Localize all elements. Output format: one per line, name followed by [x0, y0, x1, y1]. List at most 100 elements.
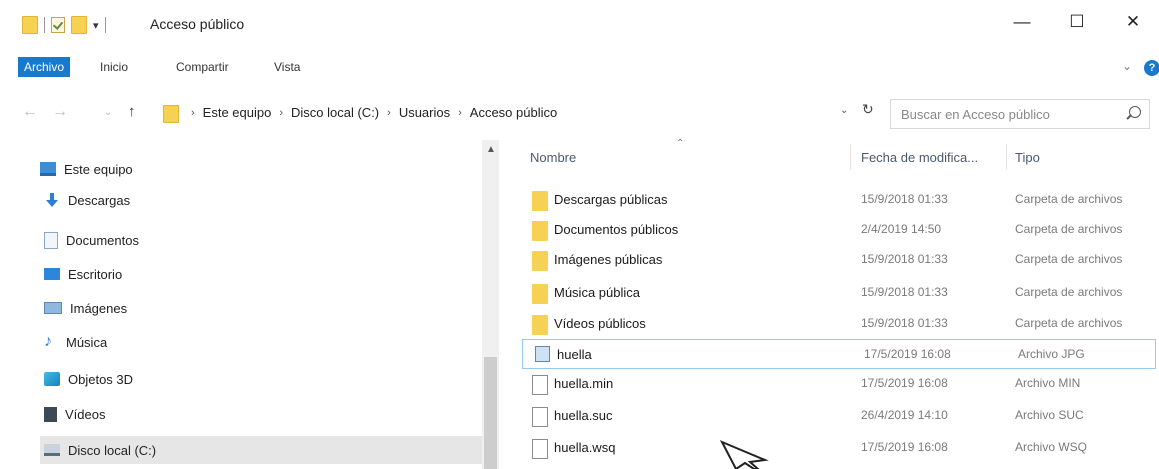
file-date: 2/4/2019 14:50	[861, 222, 942, 236]
nav-item-videos[interactable]: Vídeos	[44, 400, 105, 428]
breadcrumb-chevron[interactable]: ›	[387, 107, 391, 119]
minimize-button[interactable]: —	[1002, 12, 1042, 32]
nav-item-objetos-3d[interactable]: Objetos 3D	[44, 365, 133, 393]
refresh-button[interactable]: ↻	[862, 101, 874, 118]
tab-compartir[interactable]: Compartir	[176, 57, 229, 77]
file-type: Archivo JPG	[1018, 347, 1085, 361]
nav-item-label: Disco local (C:)	[68, 442, 157, 458]
column-header-type[interactable]: Tipo	[1015, 140, 1155, 176]
customize-toolbar-icon[interactable]: ▾	[93, 19, 99, 32]
column-header-name[interactable]: Nombre	[530, 140, 850, 176]
file-date: 15/9/2018 01:33	[861, 316, 948, 330]
file-name: Documentos públicos	[554, 222, 679, 237]
file-type: Carpeta de archivos	[1015, 285, 1123, 299]
scroll-up-icon[interactable]: ▲	[486, 144, 496, 155]
file-row[interactable]: Descargas públicas 15/9/2018 01:33 Carpe…	[520, 185, 1156, 215]
objects-3d-icon	[44, 372, 60, 386]
nav-item-label: Este equipo	[64, 161, 133, 177]
forward-button[interactable]: →	[52, 103, 68, 121]
file-row[interactable]: huella.min 17/5/2019 16:08 Archivo MIN	[520, 369, 1156, 399]
recent-locations-button[interactable]: ⌄	[104, 107, 112, 118]
file-date: 17/5/2019 16:08	[864, 347, 951, 361]
documents-icon	[44, 231, 58, 249]
search-box[interactable]	[890, 99, 1150, 129]
file-name: Vídeos públicos	[554, 316, 646, 331]
file-row[interactable]: huella.wsq 17/5/2019 16:08 Archivo WSQ	[520, 433, 1156, 463]
file-type: Archivo MIN	[1015, 376, 1081, 390]
tab-inicio[interactable]: Inicio	[100, 57, 128, 77]
address-bar[interactable]: › Este equipo › Disco local (C:) › Usuar…	[157, 99, 857, 127]
nav-item-label: Objetos 3D	[68, 371, 134, 387]
maximize-button[interactable]: ☐	[1057, 12, 1097, 32]
nav-item-label: Documentos	[66, 232, 139, 248]
nav-pane-scrollbar[interactable]: ▲	[482, 140, 499, 469]
file-type: Carpeta de archivos	[1015, 222, 1123, 236]
breadcrumb-chevron[interactable]: ›	[279, 107, 283, 119]
file-name: Descargas públicas	[554, 192, 668, 207]
file-row[interactable]: Vídeos públicos 15/9/2018 01:33 Carpeta …	[520, 309, 1156, 339]
file-icon	[532, 439, 548, 459]
file-date: 15/9/2018 01:33	[861, 192, 948, 206]
column-header-date[interactable]: Fecha de modifica...	[861, 140, 1001, 176]
nav-item-documentos[interactable]: Documentos	[44, 226, 139, 254]
image-file-icon	[535, 346, 550, 362]
downloads-icon	[44, 193, 60, 207]
file-type: Archivo SUC	[1015, 408, 1084, 422]
file-row[interactable]: Música pública 15/9/2018 01:33 Carpeta d…	[520, 278, 1156, 308]
nav-item-label: Descargas	[68, 192, 131, 208]
expand-ribbon-icon[interactable]: ⌄	[1122, 59, 1132, 73]
tab-archivo[interactable]: Archivo	[18, 57, 71, 77]
window-title: Acceso público	[150, 16, 245, 32]
file-row[interactable]: Imágenes públicas 15/9/2018 01:33 Carpet…	[520, 245, 1156, 275]
nav-item-escritorio[interactable]: Escritorio	[44, 260, 122, 288]
music-icon: ♪	[44, 333, 52, 350]
file-type: Carpeta de archivos	[1015, 316, 1123, 330]
breadcrumb-este-equipo[interactable]: Este equipo	[203, 105, 272, 120]
file-row[interactable]: Documentos públicos 2/4/2019 14:50 Carpe…	[520, 215, 1156, 245]
search-icon[interactable]	[1129, 106, 1141, 118]
column-divider[interactable]	[850, 144, 851, 170]
close-button[interactable]: ✕	[1113, 12, 1153, 32]
nav-item-este-equipo[interactable]: Este equipo	[40, 155, 133, 183]
nav-item-descargas[interactable]: Descargas	[44, 186, 130, 214]
new-folder-icon[interactable]	[71, 16, 87, 34]
nav-item-disco-local[interactable]: Disco local (C:)	[40, 436, 484, 464]
navigation-bar: ← → ⌄ ↑ › Este equipo › Disco local (C:)…	[0, 95, 1159, 135]
nav-item-label: Escritorio	[68, 266, 123, 282]
scrollbar-thumb[interactable]	[484, 357, 497, 469]
drive-icon	[44, 444, 60, 456]
tab-vista[interactable]: Vista	[274, 57, 300, 77]
breadcrumb-chevron[interactable]: ›	[458, 107, 462, 119]
folder-icon	[532, 251, 548, 271]
breadcrumb-disco-local[interactable]: Disco local (C:)	[291, 105, 379, 120]
file-type: Archivo WSQ	[1015, 440, 1088, 454]
file-row-selected[interactable]: huella 17/5/2019 16:08 Archivo JPG	[522, 339, 1156, 369]
navigation-pane: Este equipo Descargas Documentos Escrito…	[0, 140, 484, 469]
help-icon[interactable]: ?	[1144, 60, 1159, 76]
breadcrumb-chevron[interactable]: ›	[191, 107, 195, 119]
title-bar: ▾ Acceso público — ☐ ✕	[0, 0, 1159, 50]
address-dropdown-icon[interactable]: ⌄	[840, 105, 848, 116]
folder-icon	[532, 284, 548, 304]
nav-item-musica[interactable]: ♪ Música	[44, 328, 107, 356]
breadcrumb-acceso-publico[interactable]: Acceso público	[470, 105, 557, 120]
column-divider[interactable]	[1006, 144, 1007, 170]
back-button[interactable]: ←	[22, 103, 38, 121]
up-button[interactable]: ↑	[128, 103, 136, 120]
file-row[interactable]: huella.suc 26/4/2019 14:10 Archivo SUC	[520, 401, 1156, 431]
pictures-icon	[44, 302, 62, 314]
file-date: 17/5/2019 16:08	[861, 376, 948, 390]
desktop-icon	[44, 268, 60, 280]
properties-icon[interactable]	[51, 17, 65, 33]
breadcrumb-usuarios[interactable]: Usuarios	[399, 105, 450, 120]
ribbon: Archivo Inicio Compartir Vista ⌄	[0, 55, 1159, 81]
quick-access-toolbar: ▾	[22, 16, 106, 34]
folder-icon[interactable]	[22, 16, 38, 34]
nav-item-label: Imágenes	[70, 300, 128, 316]
search-input[interactable]	[899, 105, 1113, 123]
nav-item-imagenes[interactable]: Imágenes	[44, 294, 127, 322]
folder-icon	[532, 221, 548, 241]
file-date: 26/4/2019 14:10	[861, 408, 948, 422]
file-name: huella	[557, 347, 592, 362]
file-name: Música pública	[554, 285, 640, 300]
